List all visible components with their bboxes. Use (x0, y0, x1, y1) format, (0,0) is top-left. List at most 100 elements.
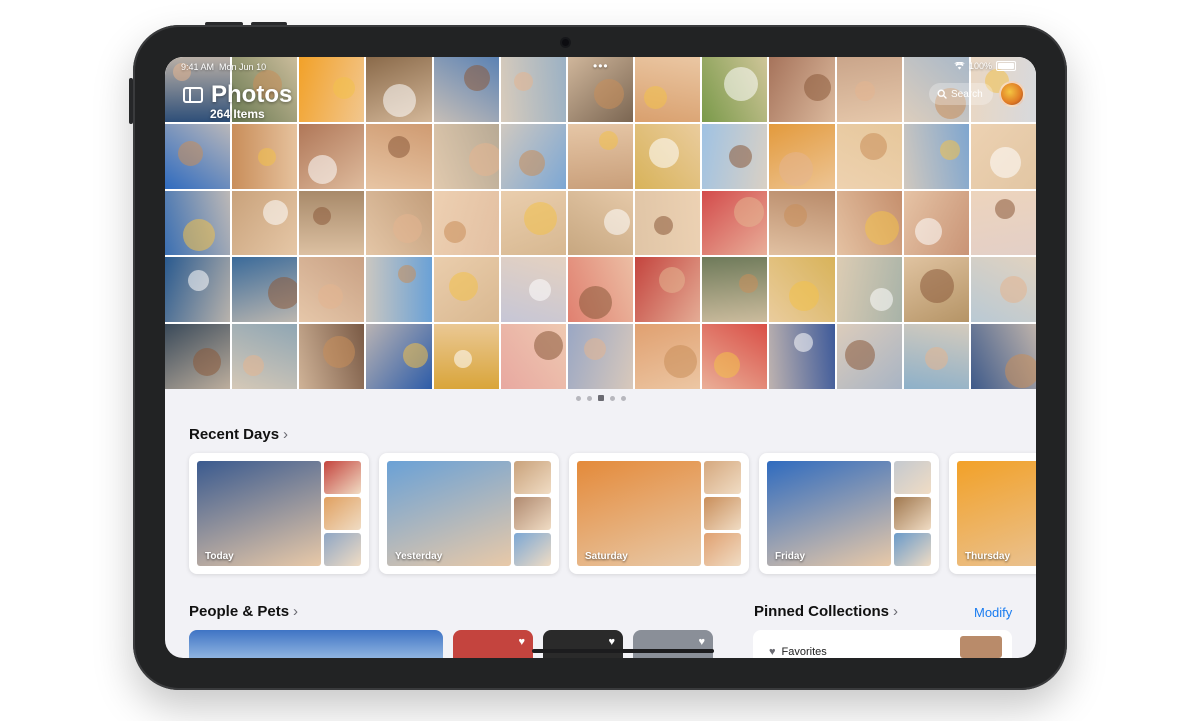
search-button[interactable]: Search (929, 83, 993, 105)
photo-thumbnail[interactable] (567, 190, 634, 256)
photo-thumbnail[interactable] (433, 257, 499, 323)
photo-detail (523, 201, 557, 235)
photo-thumbnail[interactable] (970, 324, 1036, 389)
photo-thumbnail[interactable] (299, 324, 365, 389)
day-card-thumbnail (704, 461, 741, 494)
recent-days-header[interactable]: Recent Days › (189, 426, 288, 443)
multitasking-dots[interactable]: ••• (593, 59, 609, 73)
photo-thumbnail[interactable] (769, 324, 835, 389)
photo-detail (263, 199, 289, 225)
person-tile[interactable]: ♥ (633, 630, 713, 658)
photo-thumbnail[interactable] (702, 190, 768, 256)
photo-thumbnail[interactable] (635, 257, 701, 323)
photo-thumbnail[interactable] (635, 123, 701, 189)
photo-thumbnail[interactable] (702, 123, 768, 189)
day-card-label: Saturday (585, 551, 628, 562)
recent-days-title: Recent Days (189, 426, 280, 443)
photo-detail (518, 149, 545, 176)
photo-thumbnail[interactable] (500, 324, 566, 389)
photo-thumbnail[interactable] (165, 324, 231, 389)
photo-thumbnail[interactable] (433, 123, 499, 189)
person-tile[interactable]: ♥ (453, 630, 533, 658)
pinned-collections-title: Pinned Collections (754, 603, 890, 620)
photo-thumbnail[interactable] (567, 324, 634, 389)
photo-thumbnail[interactable] (165, 190, 231, 256)
photo-thumbnail[interactable] (433, 324, 499, 389)
pager-grid-icon[interactable] (597, 395, 604, 401)
photo-thumbnail[interactable] (970, 190, 1036, 256)
day-card-thumbnail (894, 461, 931, 494)
people-pets-title: People & Pets (189, 603, 290, 620)
day-card-thumbnail (514, 533, 551, 566)
photo-thumbnail[interactable] (232, 190, 298, 256)
day-card[interactable]: Yesterday (379, 453, 559, 574)
photo-detail (398, 265, 417, 284)
item-count: 264 Items (210, 107, 265, 121)
photo-thumbnail[interactable] (366, 190, 432, 256)
photo-thumbnail[interactable] (635, 190, 701, 256)
photo-thumbnail[interactable] (836, 324, 902, 389)
day-card[interactable]: Friday (759, 453, 939, 574)
battery-icon (996, 61, 1016, 71)
photo-thumbnail[interactable] (769, 257, 835, 323)
photo-thumbnail[interactable] (702, 324, 768, 389)
photo-thumbnail[interactable] (836, 257, 902, 323)
account-avatar[interactable] (999, 81, 1025, 107)
photo-thumbnail[interactable] (903, 123, 969, 189)
favorites-row[interactable]: ♥ Favorites (769, 646, 827, 658)
photo-thumbnail[interactable] (299, 123, 365, 189)
photo-thumbnail[interactable] (165, 123, 231, 189)
modify-button[interactable]: Modify (974, 605, 1012, 620)
photo-thumbnail[interactable] (500, 123, 566, 189)
photo-detail (323, 336, 356, 369)
photo-thumbnail[interactable] (366, 257, 432, 323)
photo-thumbnail[interactable] (165, 257, 231, 323)
photo-thumbnail[interactable] (635, 324, 701, 389)
photo-thumbnail[interactable] (366, 324, 432, 389)
day-card-label: Yesterday (395, 551, 443, 562)
photo-thumbnail[interactable] (836, 190, 902, 256)
photo-thumbnail[interactable] (433, 190, 499, 256)
photo-thumbnail[interactable] (366, 123, 432, 189)
photo-thumbnail[interactable] (769, 190, 835, 256)
day-card-thumbnail (704, 533, 741, 566)
day-card[interactable]: Saturday (569, 453, 749, 574)
day-card-thumbnail (514, 461, 551, 494)
photo-thumbnail[interactable] (903, 190, 969, 256)
photo-thumbnail[interactable] (702, 257, 768, 323)
pinned-collections-card[interactable]: ♥ Favorites (753, 630, 1012, 658)
photo-thumbnail[interactable] (500, 257, 566, 323)
photo-thumbnail[interactable] (903, 324, 969, 389)
heart-icon: ♥ (698, 636, 705, 648)
people-pets-header[interactable]: People & Pets › (189, 603, 298, 620)
photo-detail (789, 281, 820, 312)
home-indicator[interactable] (532, 649, 714, 653)
photo-thumbnail[interactable] (970, 257, 1036, 323)
photo-thumbnail[interactable] (836, 123, 902, 189)
photo-thumbnail[interactable] (970, 123, 1036, 189)
person-tile[interactable]: ♥ (543, 630, 623, 658)
status-time: 9:41 AM Mon Jun 10 (181, 62, 267, 72)
pager-dot[interactable] (620, 395, 626, 401)
photo-thumbnail[interactable] (232, 257, 298, 323)
photo-thumbnail[interactable] (903, 257, 969, 323)
photo-thumbnail[interactable] (299, 257, 365, 323)
photo-thumbnail[interactable] (232, 123, 298, 189)
photo-thumbnail[interactable] (299, 190, 365, 256)
sidebar-toggle-icon[interactable] (183, 87, 203, 103)
photo-thumbnail[interactable] (567, 257, 634, 323)
photo-thumbnail[interactable] (500, 190, 566, 256)
pager-dot[interactable] (586, 395, 592, 401)
day-card[interactable]: Thursday (949, 453, 1036, 574)
people-card[interactable] (189, 630, 443, 658)
pager-dot[interactable] (575, 395, 581, 401)
photo-thumbnail[interactable] (769, 123, 835, 189)
library-header: Photos 264 Items (183, 81, 292, 121)
photo-thumbnail[interactable] (232, 324, 298, 389)
photo-detail (664, 345, 698, 379)
day-card[interactable]: Today (189, 453, 369, 574)
pinned-collections-header[interactable]: Pinned Collections › (754, 603, 898, 620)
pager-dot[interactable] (609, 395, 615, 401)
photo-thumbnail[interactable] (567, 123, 634, 189)
view-pager[interactable] (165, 395, 1036, 401)
